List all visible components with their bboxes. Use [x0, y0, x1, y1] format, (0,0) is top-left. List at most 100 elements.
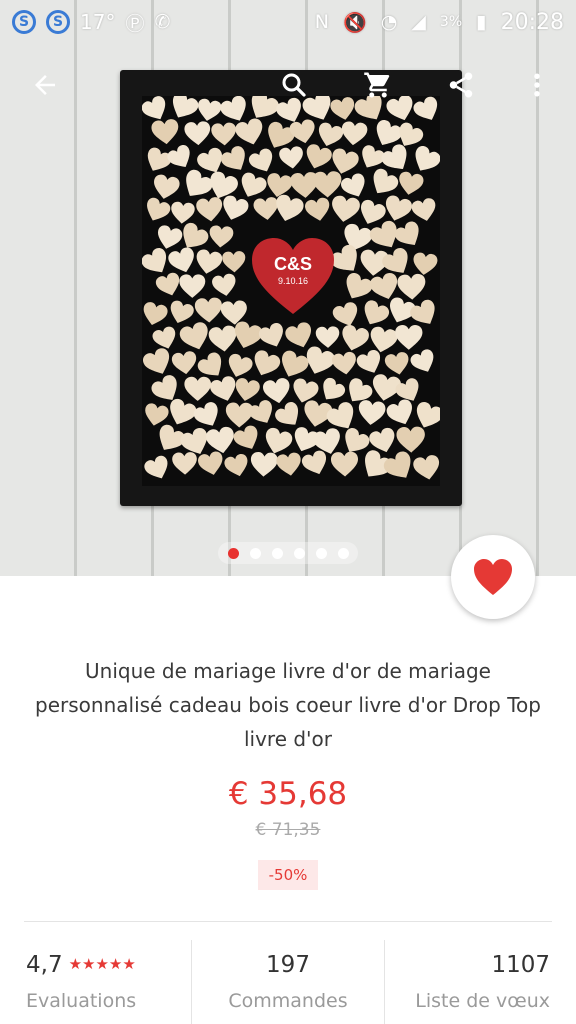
orders-value: 197	[266, 952, 310, 978]
wooden-heart	[330, 451, 359, 477]
carousel-dot[interactable]	[315, 547, 327, 559]
wooden-heart	[396, 426, 425, 453]
wooden-heart	[253, 197, 278, 220]
wooden-heart	[397, 273, 426, 300]
wooden-heart	[142, 348, 170, 374]
wooden-heart	[386, 399, 412, 425]
battery-icon: ▮	[476, 11, 487, 33]
skype-icon: S	[12, 10, 36, 34]
wooden-heart	[301, 450, 327, 475]
wooden-heart	[276, 194, 304, 222]
wooden-heart	[211, 122, 236, 146]
carousel-dot[interactable]	[337, 547, 349, 559]
cart-button[interactable]	[353, 60, 403, 110]
wooden-heart	[373, 168, 399, 194]
battery-percent: 3%	[439, 14, 463, 30]
wooden-heart	[225, 402, 254, 428]
wooden-heart	[384, 352, 409, 375]
carousel-dot[interactable]	[271, 547, 283, 559]
wooden-heart	[342, 325, 369, 351]
wooden-heart	[411, 198, 436, 221]
original-price: € 71,35	[255, 820, 321, 840]
wooden-heart	[180, 428, 208, 454]
wooden-heart	[184, 121, 211, 146]
wishlist-label: Liste de vœux	[415, 990, 550, 1012]
status-bar: S S 17° Ⓟ ✆ N 🔇 ◔ ◢ 3% ▮ 20:28	[0, 0, 576, 44]
orders-label: Commandes	[228, 990, 348, 1012]
wooden-heart	[151, 119, 179, 145]
rating-value-row: 4,7 ★★★★★	[26, 952, 136, 978]
wooden-heart	[275, 402, 299, 425]
wooden-heart	[147, 197, 171, 221]
share-button[interactable]	[436, 60, 486, 110]
wooden-heart	[154, 174, 180, 199]
center-red-heart: C&S 9.10.16	[250, 236, 336, 316]
wooden-heart	[206, 426, 234, 454]
carousel-dot[interactable]	[293, 547, 305, 559]
wooden-heart	[382, 247, 408, 273]
back-arrow-icon	[35, 75, 55, 95]
carousel-dot[interactable]	[249, 547, 261, 559]
wooden-heart	[170, 300, 194, 323]
rating-stat[interactable]: 4,7 ★★★★★ Evaluations	[0, 940, 191, 1024]
wooden-heart	[167, 145, 190, 168]
wooden-heart	[235, 378, 260, 401]
wooden-heart	[194, 297, 222, 323]
product-price: € 35,68	[228, 776, 348, 812]
wooden-heart	[385, 195, 412, 221]
nfc-icon: N	[314, 11, 330, 33]
wooden-heart	[171, 201, 195, 224]
wishlist-stat[interactable]: 1107 Liste de vœux	[385, 940, 576, 1024]
wooden-heart	[356, 349, 381, 373]
heart-date: 9.10.16	[277, 276, 309, 286]
product-image-area[interactable]: C&S 9.10.16 S S 17° Ⓟ ✆ N 🔇 ◔ ◢ 3% ▮ 20:…	[0, 0, 576, 576]
wooden-heart	[197, 352, 222, 376]
wooden-heart	[143, 302, 168, 326]
wooden-heart	[142, 248, 167, 273]
wooden-heart	[168, 247, 194, 273]
heart-initials: C&S	[273, 254, 312, 274]
wooden-heart	[224, 454, 248, 477]
wooden-heart	[276, 452, 301, 476]
wooden-heart	[315, 326, 340, 348]
more-options-button[interactable]	[512, 60, 562, 110]
heart-icon	[474, 559, 512, 595]
wooden-heart	[172, 452, 197, 475]
wishlist-value: 1107	[491, 952, 550, 978]
carousel-dot[interactable]	[227, 547, 239, 559]
wooden-heart	[220, 146, 245, 170]
wooden-heart	[155, 272, 180, 296]
search-button[interactable]	[269, 60, 319, 110]
wooden-heart	[223, 195, 249, 220]
pinterest-icon: Ⓟ	[125, 12, 145, 35]
favorite-button[interactable]	[451, 535, 535, 619]
cart-icon	[364, 72, 390, 98]
wooden-heart	[410, 349, 434, 372]
wooden-heart	[413, 455, 440, 480]
wooden-heart	[341, 121, 368, 146]
wooden-heart	[235, 118, 263, 145]
wooden-heart	[258, 323, 283, 347]
divider	[24, 921, 552, 922]
wooden-heart	[171, 351, 197, 375]
temperature: 17°	[80, 10, 116, 34]
wooden-heart	[267, 173, 293, 197]
wooden-heart	[395, 324, 423, 350]
top-toolbar	[0, 60, 576, 110]
product-title: Unique de mariage livre d'or de mariage …	[35, 659, 541, 751]
wooden-heart	[306, 144, 332, 169]
wooden-heart	[394, 221, 419, 245]
wooden-heart	[265, 427, 293, 454]
wooden-heart	[285, 322, 311, 348]
back-button[interactable]	[20, 60, 70, 110]
wooden-heart	[147, 147, 172, 171]
orders-stat[interactable]: 197 Commandes	[192, 940, 384, 1024]
wooden-heart	[250, 451, 278, 477]
carousel-indicator[interactable]	[218, 542, 358, 564]
wooden-heart	[233, 425, 258, 449]
wooden-heart	[248, 148, 273, 172]
signal-icon: ◢	[411, 11, 426, 33]
wooden-heart	[222, 251, 246, 273]
wooden-heart	[305, 197, 330, 221]
stats-bar: 4,7 ★★★★★ Evaluations 197 Commandes 1107 …	[0, 940, 576, 1024]
